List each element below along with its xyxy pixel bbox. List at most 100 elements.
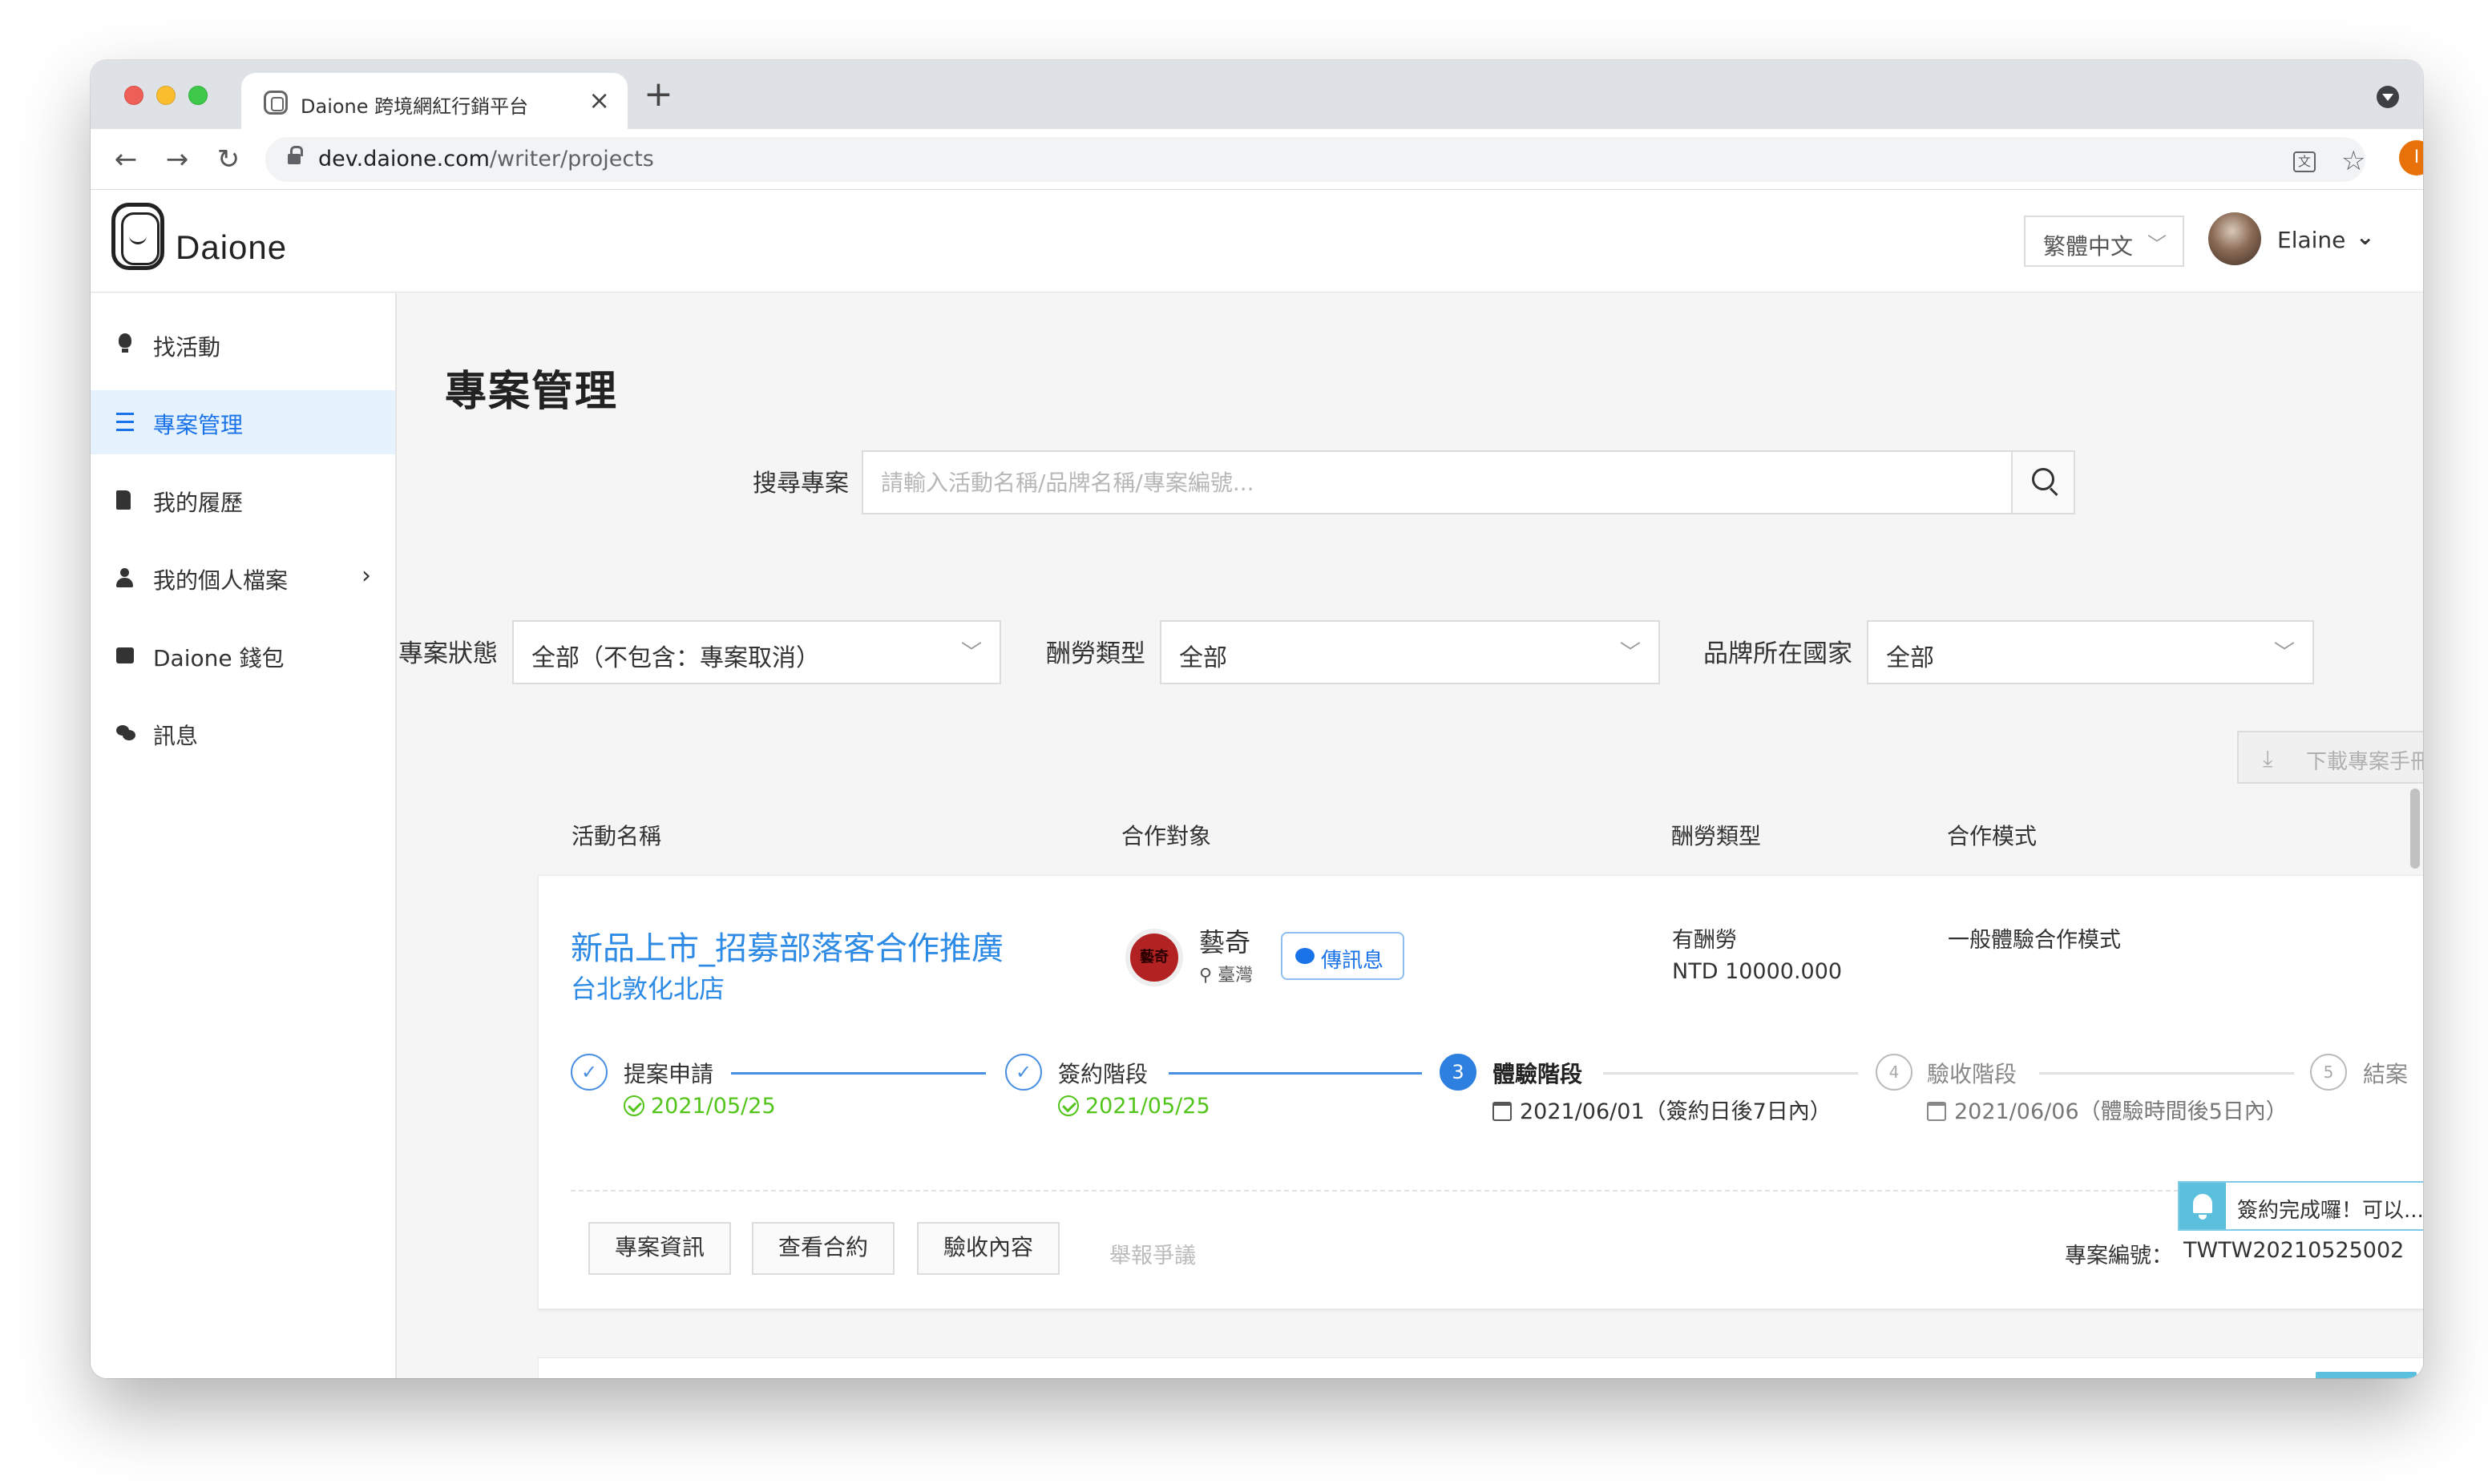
send-message-button[interactable]: 傳訊息 <box>1281 932 1404 980</box>
forward-arrow-icon[interactable]: → <box>158 140 196 179</box>
step-1-title: 提案申請 <box>624 1061 714 1087</box>
sidebar-item-resume[interactable]: 我的履歷 <box>91 468 395 532</box>
download-manual-button[interactable]: ⤓ 下載專案手冊 <box>2237 731 2423 784</box>
lock-icon <box>288 146 303 167</box>
partner-location: ⚲ 臺灣 <box>1199 961 1253 986</box>
step-2-date: 2021/05/25 <box>1058 1094 1210 1119</box>
reload-icon[interactable]: ↻ <box>209 140 248 179</box>
logo-text[interactable]: Daione <box>176 228 287 267</box>
translate-icon[interactable]: 文 <box>2293 151 2316 172</box>
country-filter-select[interactable]: 全部 ﹀ <box>1867 620 2314 684</box>
browser-toolbar: ← → ↻ dev.daione.com/writer/projects 文 ☆… <box>91 129 2423 190</box>
window-close-button[interactable] <box>124 86 143 105</box>
chevron-down-icon: ﹀ <box>1619 641 1641 665</box>
project-store-link[interactable]: 台北敦化北店 <box>571 969 725 1006</box>
step-4-number: 4 <box>1876 1054 1912 1091</box>
step-connector <box>731 1072 986 1075</box>
card-divider <box>571 1190 2411 1192</box>
country-filter-label: 品牌所在國家 <box>1703 639 1852 668</box>
download-icon: ⤓ <box>2263 745 2273 772</box>
sidebar-item-find-activities[interactable]: 找活動 <box>91 313 395 377</box>
check-circle-icon <box>1058 1095 1079 1116</box>
map-pin-icon: ⚲ <box>1199 966 1213 986</box>
address-bar[interactable]: dev.daione.com/writer/projects 文 ☆ <box>265 137 2365 182</box>
tab-strip: Daione 跨境網紅行銷平台 × + <box>91 60 2423 129</box>
chat-icon <box>116 724 135 743</box>
rating-badge[interactable]: 評分 ★ <box>2316 1372 2417 1378</box>
partner-location-text: 臺灣 <box>1218 966 1254 986</box>
language-select[interactable]: 繁體中文 ﹀ <box>2024 216 2184 267</box>
step-3-date-text: 2021/06/01（簽約日後7日內） <box>1520 1099 1832 1124</box>
project-card <box>538 1357 2423 1378</box>
daione-logo-icon[interactable] <box>111 203 164 270</box>
report-dispute-link[interactable]: 舉報爭議 <box>1109 1238 1196 1269</box>
app-header: Daione 繁體中文 ﹀ Elaine ⌄ <box>91 190 2423 292</box>
step-2-check-icon: ✓ <box>1005 1054 1042 1091</box>
main-content: 專案管理 搜尋專案 專案狀態 全部（不包含：專案取消） ﹀ 酬勞類型 全部 ﹀ … <box>398 293 2423 1378</box>
calendar-icon <box>1927 1102 1946 1121</box>
window-maximize-button[interactable] <box>188 86 208 105</box>
new-tab-button[interactable]: + <box>644 75 673 115</box>
user-name[interactable]: Elaine <box>2277 227 2345 253</box>
notification-toast[interactable]: 簽約完成囉！可以... <box>2178 1181 2423 1231</box>
fee-amount: NTD 10000.000 <box>1672 959 1843 984</box>
step-connector <box>1169 1072 1422 1075</box>
scrollbar-thumb[interactable] <box>2410 788 2420 869</box>
page-title: 專案管理 <box>445 368 619 416</box>
project-id-value: TWTW20210525002 <box>2183 1238 2405 1263</box>
project-id-label: 專案編號： <box>2065 1244 2173 1268</box>
user-avatar[interactable] <box>2208 212 2261 265</box>
browser-tab[interactable]: Daione 跨境網紅行銷平台 × <box>241 73 628 129</box>
column-header-partner: 合作對象 <box>1121 823 1212 849</box>
project-card: 新品上市_招募部落客合作推廣 台北敦化北店 藝奇 藝奇 ⚲ 臺灣 傳訊息 有酬勞… <box>538 875 2423 1309</box>
column-header-mode: 合作模式 <box>1947 823 2038 849</box>
column-header-fee: 酬勞類型 <box>1671 823 1762 849</box>
sidebar-item-project-management[interactable]: 專案管理 <box>91 390 395 454</box>
acceptance-content-button[interactable]: 驗收內容 <box>917 1222 1060 1275</box>
bookmark-star-icon[interactable]: ☆ <box>2341 145 2365 177</box>
sidebar-item-messages[interactable]: 訊息 <box>91 701 395 765</box>
step-3-date: 2021/06/01（簽約日後7日內） <box>1492 1094 1832 1125</box>
fee-filter-select[interactable]: 全部 ﹀ <box>1160 620 1660 684</box>
lightbulb-icon <box>119 333 131 353</box>
search-input[interactable] <box>862 450 2013 514</box>
sidebar-item-label: 我的個人檔案 <box>153 567 289 594</box>
partner-name: 藝奇 <box>1199 927 1251 958</box>
sidebar-item-label: 找活動 <box>153 334 221 361</box>
wallet-icon <box>116 647 134 663</box>
fee-filter-value: 全部 <box>1179 644 1227 672</box>
search-label: 搜尋專案 <box>753 470 849 498</box>
search-icon[interactable] <box>2011 450 2075 514</box>
sidebar-item-label: 訊息 <box>153 723 199 749</box>
project-info-button[interactable]: 專案資訊 <box>588 1222 731 1275</box>
step-2-title: 簽約階段 <box>1058 1061 1149 1087</box>
step-connector <box>2039 1072 2294 1075</box>
url-host: dev.daione.com <box>318 147 490 171</box>
tab-close-icon[interactable]: × <box>588 86 610 115</box>
tab-search-icon[interactable] <box>2377 86 2399 108</box>
status-filter-select[interactable]: 全部（不包含：專案取消） ﹀ <box>512 620 1001 684</box>
back-arrow-icon[interactable]: ← <box>107 140 145 179</box>
bell-icon <box>2179 1183 2226 1229</box>
tab-title: Daione 跨境網紅行銷平台 <box>301 95 529 118</box>
sidebar-item-label: 專案管理 <box>153 412 244 438</box>
view-contract-button[interactable]: 查看合約 <box>752 1222 895 1275</box>
browser-account-avatar[interactable]: I <box>2399 140 2423 175</box>
user-menu-chevron-icon[interactable]: ⌄ <box>2356 224 2374 250</box>
project-name-link[interactable]: 新品上市_招募部落客合作推廣 <box>571 922 1004 969</box>
sidebar-item-wallet[interactable]: Daione 錢包 <box>91 623 395 688</box>
chevron-down-icon: ﹀ <box>2147 233 2167 256</box>
step-2-date-text: 2021/05/25 <box>1085 1094 1210 1119</box>
sidebar-item-profile[interactable]: 我的個人檔案 › <box>91 546 395 610</box>
notification-text: 簽約完成囉！可以... <box>2237 1199 2423 1223</box>
list-icon <box>116 413 134 432</box>
url-text: dev.daione.com/writer/projects <box>318 147 654 171</box>
country-filter-value: 全部 <box>1886 644 1934 672</box>
step-5-number: 5 <box>2310 1054 2347 1091</box>
url-path: /writer/projects <box>489 147 654 171</box>
window-minimize-button[interactable] <box>156 86 176 105</box>
chevron-down-icon: ﹀ <box>960 641 982 665</box>
sidebar-item-label: 我的履歷 <box>153 490 244 516</box>
fee-filter-label: 酬勞類型 <box>1046 639 1145 668</box>
browser-window: Daione 跨境網紅行銷平台 × + ← → ↻ dev.daione.com… <box>91 60 2423 1378</box>
